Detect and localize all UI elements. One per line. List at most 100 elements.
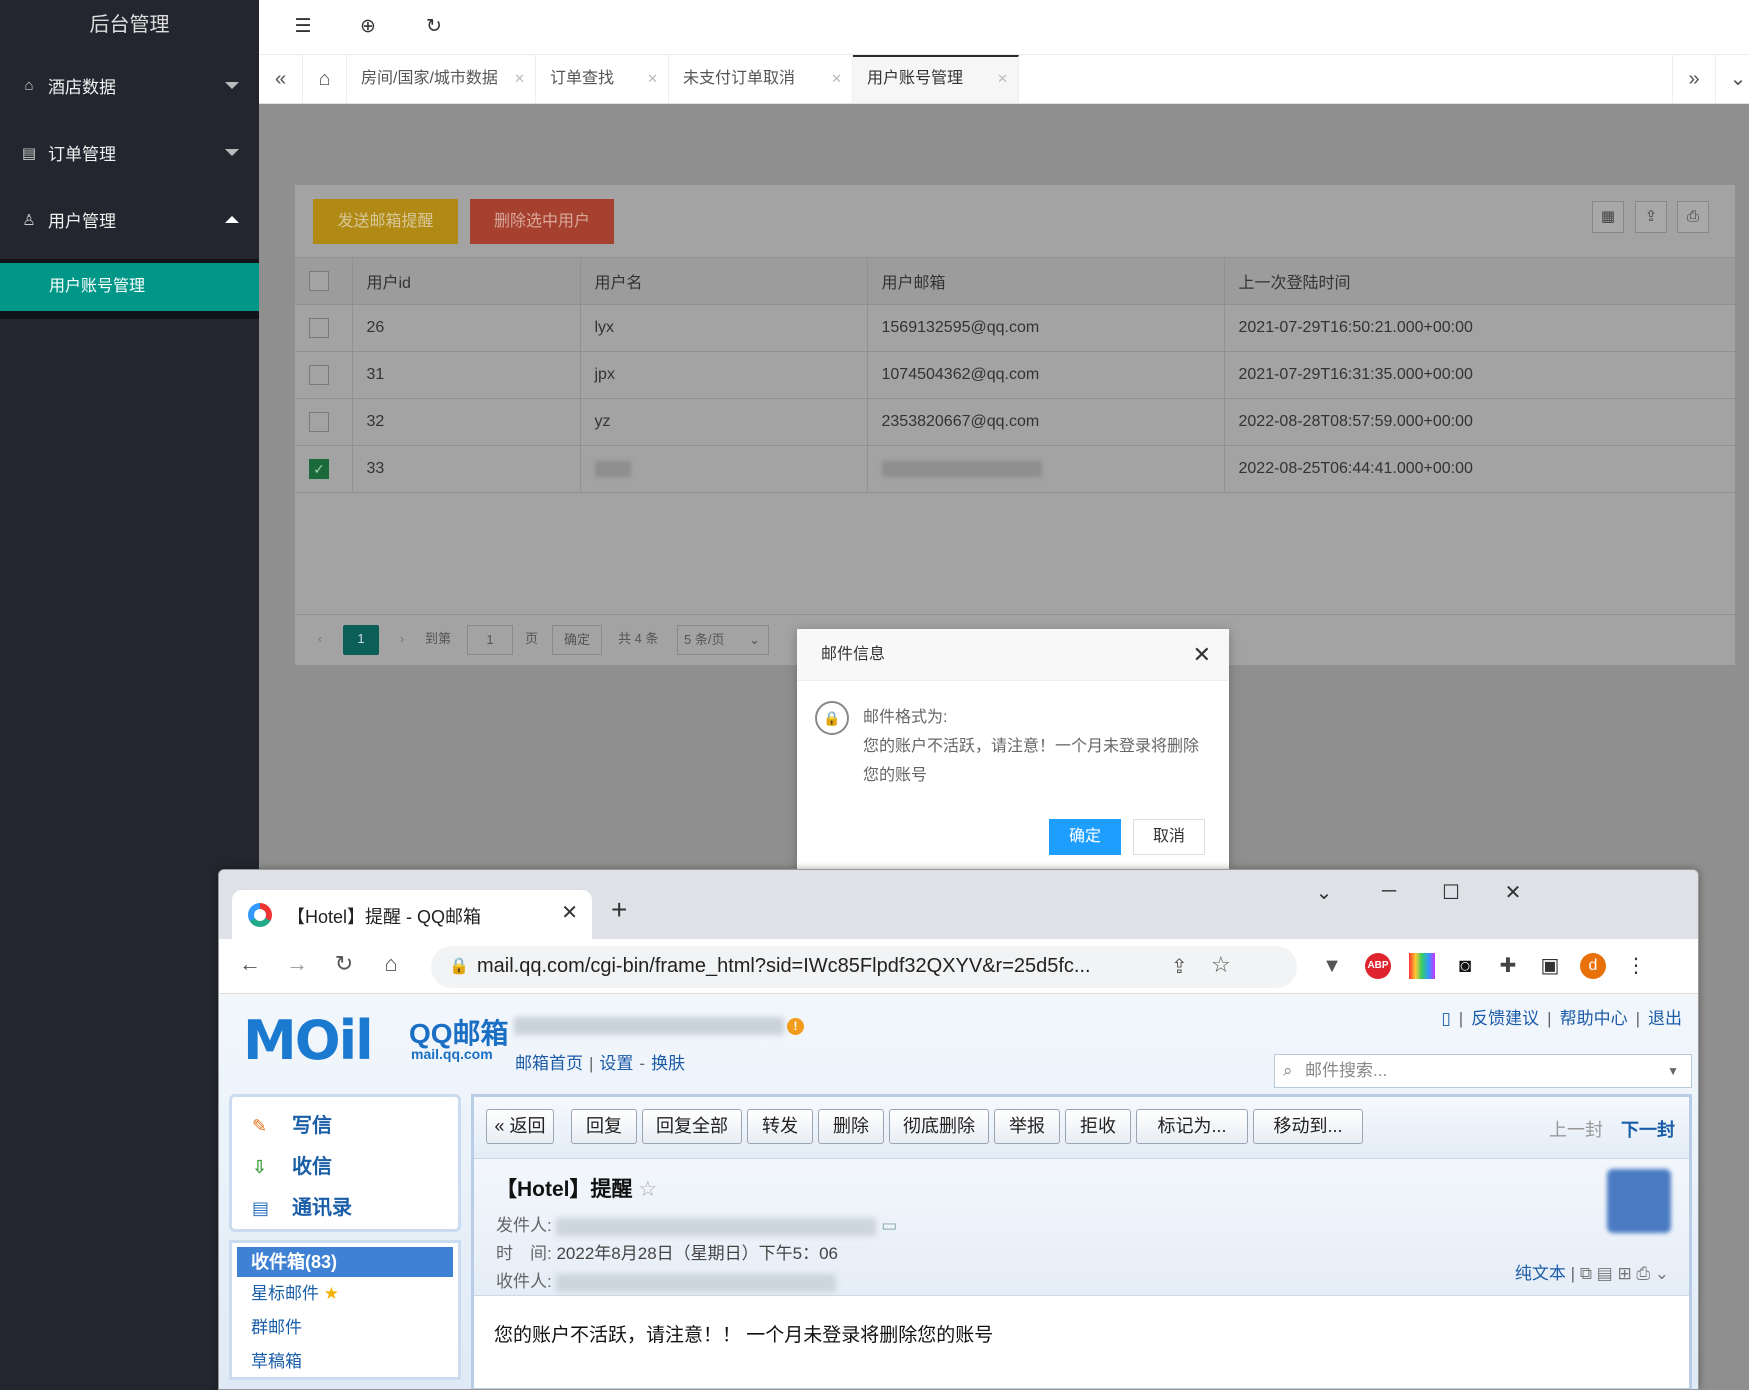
tab-order-search[interactable]: 订单查找 ✕	[536, 55, 669, 103]
tab-search-chevron-icon[interactable]: ⌄	[1304, 880, 1344, 905]
row-checkbox[interactable]	[309, 365, 329, 385]
reply-all-button[interactable]: 回复全部	[642, 1109, 742, 1144]
table-row[interactable]: 31 jpx 1074504362@qq.com 2021-07-29T16:3…	[295, 351, 1735, 399]
minimize-icon[interactable]: ─	[1369, 880, 1409, 903]
sidebar-item-hotel-data[interactable]: ⌂ 酒店数据	[0, 52, 259, 119]
star-outline-icon[interactable]: ☆	[638, 1178, 657, 1201]
share-icon[interactable]: ⇪	[1171, 954, 1188, 979]
link-feedback[interactable]: 反馈建议	[1471, 1009, 1539, 1028]
back-button[interactable]: « 返回	[486, 1109, 554, 1144]
tab-user-accounts[interactable]: 用户账号管理 ✕	[853, 55, 1019, 103]
tab-room-country-city[interactable]: 房间/国家/城市数据 ✕	[347, 55, 536, 103]
forward-arrow-icon[interactable]: →	[282, 951, 312, 977]
forward-button[interactable]: 转发	[747, 1109, 813, 1144]
close-icon[interactable]: ✕	[831, 55, 842, 103]
delete-button[interactable]: 删除	[818, 1109, 884, 1144]
color-extension-icon[interactable]	[1409, 953, 1435, 979]
extension-icon[interactable]: ◙	[1452, 953, 1478, 979]
tabs-scroll-left-icon[interactable]: «	[259, 55, 303, 103]
mail-search-input[interactable]: ⌕ 邮件搜索... ▼	[1274, 1054, 1692, 1088]
warning-icon[interactable]: !	[787, 1018, 804, 1035]
column-header[interactable]: 上一次登陆时间	[1224, 257, 1735, 305]
home-icon[interactable]: ⌂	[376, 951, 406, 977]
dropdown-arrow-icon[interactable]: ▼	[1667, 1055, 1679, 1087]
row-checkbox-checked[interactable]: ✓	[309, 459, 329, 479]
page-number-current[interactable]: 1	[343, 625, 379, 655]
goto-confirm-button[interactable]: 确定	[552, 625, 602, 655]
prev-page-icon[interactable]: ‹	[313, 625, 327, 655]
folder-group[interactable]: 群邮件	[237, 1311, 453, 1345]
sidebar-subitem-user-accounts[interactable]: 用户账号管理	[0, 263, 259, 311]
tab-unpaid-cancel[interactable]: 未支付订单取消 ✕	[669, 55, 853, 103]
puzzle-extensions-icon[interactable]: ✚	[1495, 953, 1521, 979]
back-arrow-icon[interactable]: ←	[235, 951, 265, 977]
reply-button[interactable]: 回复	[571, 1109, 637, 1144]
globe-icon[interactable]: ⊕	[356, 15, 380, 39]
dialog-cancel-button[interactable]: 取消	[1133, 819, 1205, 855]
page-size-select[interactable]: 5 条/页 ⌄	[677, 625, 769, 655]
vue-devtools-icon[interactable]: ▼	[1319, 953, 1345, 979]
column-header[interactable]: 用户id	[352, 257, 581, 305]
address-url[interactable]: mail.qq.com/cgi-bin/frame_html?sid=IWc85…	[477, 955, 1091, 978]
row-checkbox[interactable]	[309, 412, 329, 432]
close-icon[interactable]: ✕	[1193, 629, 1211, 681]
column-header[interactable]: 用户名	[580, 257, 868, 305]
reload-icon[interactable]: ↻	[329, 951, 359, 977]
kebab-menu-icon[interactable]: ⋮	[1623, 953, 1649, 979]
menu-fold-icon[interactable]: ☰	[291, 15, 315, 39]
browser-tab[interactable]: 【Hotel】提醒 - QQ邮箱 ✕	[232, 890, 592, 939]
compose-button[interactable]: ✎ 写信	[252, 1107, 458, 1148]
maximize-icon[interactable]: ☐	[1431, 880, 1471, 905]
address-bar[interactable]: 🔒 mail.qq.com/cgi-bin/frame_html?sid=IWc…	[431, 946, 1297, 988]
close-icon[interactable]: ✕	[514, 55, 525, 103]
link-skin[interactable]: 换肤	[651, 1054, 685, 1073]
qqmail-logo[interactable]: MOil	[243, 1009, 374, 1072]
contacts-button[interactable]: ▤ 通讯录	[252, 1189, 458, 1230]
folder-inbox[interactable]: 收件箱(83)	[237, 1247, 453, 1277]
delete-selected-users-button[interactable]: 删除选中用户	[470, 199, 614, 244]
report-button[interactable]: 举报	[994, 1109, 1060, 1144]
permanent-delete-button[interactable]: 彻底删除	[889, 1109, 989, 1144]
close-icon[interactable]: ✕	[561, 900, 578, 925]
link-settings[interactable]: 设置	[599, 1054, 633, 1073]
folder-starred[interactable]: 星标邮件 ★	[237, 1277, 453, 1311]
link-help[interactable]: 帮助中心	[1560, 1009, 1628, 1028]
close-icon[interactable]: ✕	[647, 55, 658, 103]
link-mail-home[interactable]: 邮箱首页	[515, 1054, 583, 1073]
tabs-menu-chevron-icon[interactable]: ⌄	[1716, 55, 1749, 103]
home-tab-icon[interactable]: ⌂	[303, 55, 347, 103]
print-icon[interactable]: ⎙	[1677, 201, 1709, 233]
link-logout[interactable]: 退出	[1648, 1009, 1682, 1028]
phone-icon[interactable]: ▯	[1441, 1009, 1450, 1028]
send-mail-reminder-button[interactable]: 发送邮箱提醒	[313, 199, 458, 244]
sidebar-item-orders[interactable]: ▤ 订单管理	[0, 119, 259, 186]
contact-card-icon[interactable]: ▭	[881, 1216, 897, 1235]
refresh-icon[interactable]: ↻	[422, 15, 446, 39]
columns-filter-icon[interactable]: ▦	[1592, 201, 1624, 233]
folder-drafts[interactable]: 草稿箱	[237, 1345, 453, 1379]
goto-page-input[interactable]: 1	[467, 625, 513, 655]
column-header[interactable]: 用户邮箱	[867, 257, 1225, 305]
next-mail-link[interactable]: 下一封	[1621, 1120, 1675, 1140]
table-row[interactable]: 32 yz 2353820667@qq.com 2022-08-28T08:57…	[295, 398, 1735, 446]
dialog-ok-button[interactable]: 确定	[1049, 819, 1121, 855]
prev-mail-link[interactable]: 上一封	[1549, 1120, 1603, 1140]
new-tab-plus-icon[interactable]: +	[611, 894, 627, 926]
table-row[interactable]: ✓ 33 2022-08-25T06:44:41.000+00:00	[295, 445, 1735, 493]
adblock-icon[interactable]: ABP	[1365, 953, 1391, 979]
plain-text-link[interactable]: 纯文本	[1515, 1264, 1566, 1283]
row-checkbox[interactable]	[309, 318, 329, 338]
close-icon[interactable]: ✕	[997, 57, 1008, 101]
sidebar-item-users[interactable]: ♙ 用户管理	[0, 186, 259, 253]
move-to-dropdown[interactable]: 移动到...	[1253, 1109, 1363, 1144]
select-all-checkbox[interactable]	[309, 271, 329, 291]
mark-as-dropdown[interactable]: 标记为...	[1136, 1109, 1248, 1144]
table-row[interactable]: 26 lyx 1569132595@qq.com 2021-07-29T16:5…	[295, 304, 1735, 352]
side-panel-icon[interactable]: ▣	[1537, 953, 1563, 979]
receive-button[interactable]: ⇩ 收信	[252, 1148, 458, 1189]
next-page-icon[interactable]: ›	[395, 625, 409, 655]
window-close-icon[interactable]: ✕	[1493, 880, 1533, 905]
bookmark-star-icon[interactable]: ☆	[1211, 952, 1231, 978]
view-option-icons[interactable]: ⧉ ▤ ⊞ ⎙ ⌄	[1580, 1264, 1669, 1283]
tabs-scroll-right-icon[interactable]: »	[1672, 55, 1716, 103]
